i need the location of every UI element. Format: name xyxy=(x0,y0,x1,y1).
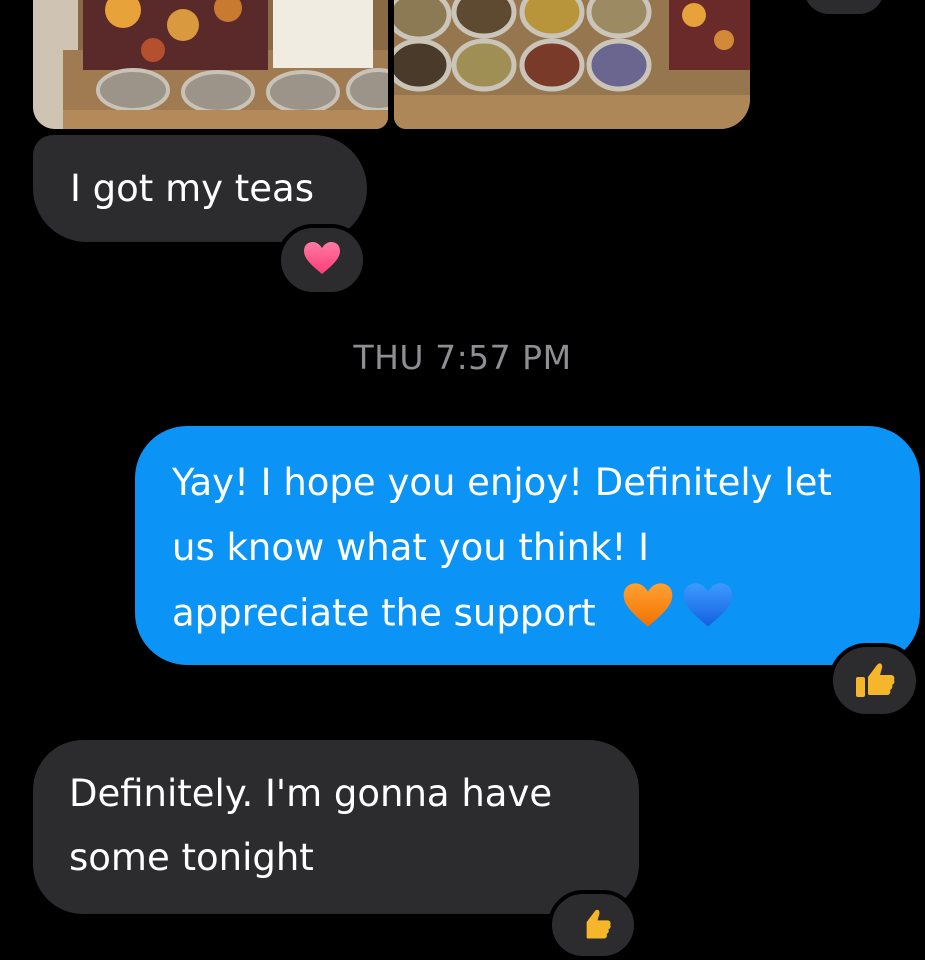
message-text-line-with-emojis: appreciate the support xyxy=(172,580,920,650)
message-timestamp: THU 7:57 PM xyxy=(353,338,572,377)
reaction-badge[interactable] xyxy=(829,643,920,718)
thumbs-up-icon xyxy=(573,904,613,948)
reaction-stub xyxy=(800,0,888,18)
tea-box-photo-1[interactable] xyxy=(33,0,388,129)
heart-icon xyxy=(302,240,342,280)
orange-heart-icon xyxy=(621,580,675,650)
message-text-line: appreciate the support xyxy=(172,591,596,635)
reaction-badge[interactable] xyxy=(548,890,638,960)
message-text-line: us know what you think! I xyxy=(172,526,650,569)
message-bubble-incoming[interactable]: Definitely. I'm gonna have some tonight xyxy=(33,740,639,914)
message-text-line: Yay! I hope you enjoy! Definitely let xyxy=(172,461,832,504)
thumbs-up-icon xyxy=(853,657,897,705)
message-bubble-outgoing[interactable]: Yay! I hope you enjoy! Definitely let us… xyxy=(135,426,920,665)
message-text-line: Definitely. I'm gonna have xyxy=(69,772,553,815)
tea-box-photo-2[interactable] xyxy=(394,0,750,129)
blue-heart-icon xyxy=(681,580,735,650)
message-text-line: some tonight xyxy=(69,836,314,879)
reaction-badge[interactable] xyxy=(277,224,367,296)
message-text: I got my teas xyxy=(70,167,314,210)
